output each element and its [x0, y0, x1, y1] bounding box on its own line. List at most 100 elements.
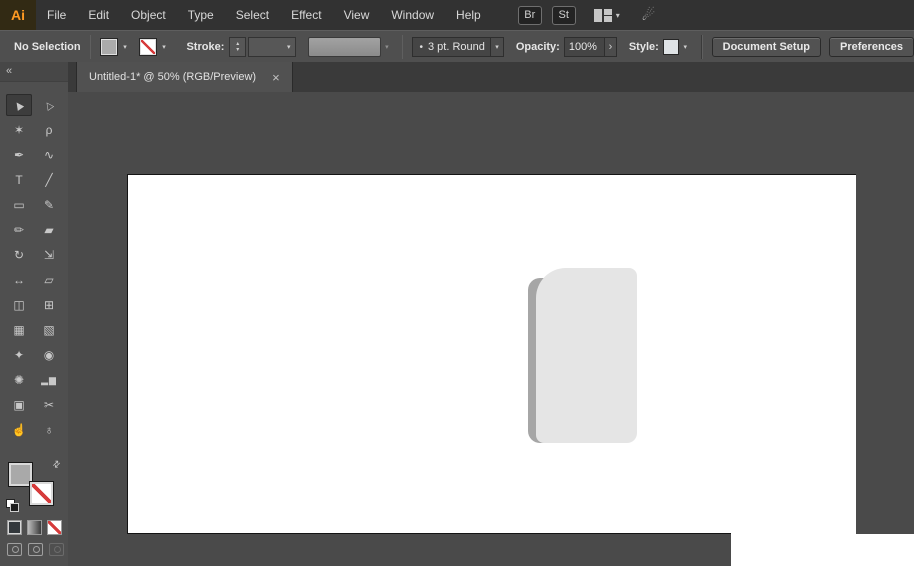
menu-select[interactable]: Select: [225, 0, 280, 30]
shaper-tool[interactable]: ✏: [6, 219, 32, 241]
menu-window[interactable]: Window: [380, 0, 445, 30]
selection-tool-icon: ▶: [12, 98, 26, 112]
workspace-switcher-icon[interactable]: [593, 8, 612, 22]
variable-width-profile-dropdown[interactable]: • 3 pt. Round: [412, 37, 492, 57]
stroke-swatch[interactable]: [139, 38, 158, 56]
hand-icon: ☝: [11, 423, 27, 437]
rectangle-tool[interactable]: ▭: [6, 194, 32, 216]
menu-view[interactable]: View: [333, 0, 381, 30]
artboard[interactable]: [127, 174, 856, 534]
blend-icon: ◉: [43, 348, 55, 362]
fill-swatch[interactable]: [100, 38, 119, 56]
menu-effect[interactable]: Effect: [280, 0, 332, 30]
mesh-icon: ▦: [13, 323, 25, 337]
shaper-icon: ✏: [13, 223, 25, 237]
document-tab[interactable]: Untitled-1* @ 50% (RGB/Preview) ×: [76, 62, 293, 92]
document-tab-bar: Untitled-1* @ 50% (RGB/Preview) ×: [68, 62, 914, 93]
gpu-performance-icon[interactable]: ☄: [642, 6, 655, 24]
draw-inside-button[interactable]: [49, 543, 64, 556]
line-segment-tool[interactable]: ╱: [36, 169, 62, 191]
style-caret-icon[interactable]: ▾: [679, 38, 692, 56]
type-tool[interactable]: T: [6, 169, 32, 191]
zoom-tool[interactable]: ♁: [36, 419, 62, 441]
tab-close-icon[interactable]: ×: [272, 70, 280, 85]
opacity-input[interactable]: 100%: [563, 37, 606, 57]
menu-object[interactable]: Object: [120, 0, 177, 30]
rotate-icon: ↻: [13, 248, 25, 262]
paintbrush-tool[interactable]: ✎: [36, 194, 62, 216]
paint-style-row: [7, 520, 68, 535]
slice-tool[interactable]: ✂: [36, 394, 62, 416]
fill-caret-icon[interactable]: ▾: [118, 38, 131, 56]
preferences-button[interactable]: Preferences: [829, 37, 914, 57]
stroke-caret-icon[interactable]: ▾: [157, 38, 170, 56]
stroke-color-control[interactable]: ▾: [139, 38, 170, 56]
stroke-proxy-swatch[interactable]: [29, 481, 54, 506]
opacity-chevron-icon[interactable]: ›: [605, 37, 617, 57]
magic-wand-tool[interactable]: ✶: [6, 119, 32, 141]
width-tool[interactable]: ↔: [6, 269, 32, 291]
separator: [700, 35, 703, 59]
collapse-panel-icon[interactable]: «: [6, 65, 12, 77]
document-tab-title: Untitled-1* @ 50% (RGB/Preview): [89, 71, 257, 83]
curvature-icon: ∿: [43, 148, 55, 162]
style-control[interactable]: ▾: [662, 38, 692, 56]
stroke-label: Stroke:: [186, 41, 225, 53]
brush-definition-preview[interactable]: [308, 37, 382, 57]
document-setup-button[interactable]: Document Setup: [711, 37, 822, 57]
eyedropper-icon: ✦: [13, 348, 25, 362]
bridge-button[interactable]: Br: [517, 5, 542, 25]
canvas[interactable]: [68, 92, 914, 566]
menu-type[interactable]: Type: [177, 0, 225, 30]
stroke-weight-caret-icon[interactable]: ▾: [282, 38, 295, 56]
brush-definition-caret-icon[interactable]: ▾: [381, 38, 393, 56]
scale-icon: ⇲: [43, 248, 55, 262]
draw-behind-button[interactable]: [28, 543, 43, 556]
hand-tool[interactable]: ☝: [6, 419, 32, 441]
menu-help[interactable]: Help: [445, 0, 492, 30]
stepper-down-icon[interactable]: ▾: [236, 47, 239, 53]
perspective-grid-tool[interactable]: ⊞: [36, 294, 62, 316]
shape-body[interactable]: [536, 268, 637, 443]
artboard-tool[interactable]: ▣: [6, 394, 32, 416]
free-transform-tool[interactable]: ▱: [36, 269, 62, 291]
paintbrush-icon: ✎: [43, 198, 55, 212]
blend-tool[interactable]: ◉: [36, 344, 62, 366]
stock-button[interactable]: St: [551, 5, 576, 25]
eraser-icon: ▰: [44, 223, 54, 237]
opacity-value: 100%: [568, 41, 597, 53]
shape-builder-tool[interactable]: ◫: [6, 294, 32, 316]
style-swatch[interactable]: [662, 39, 679, 55]
profile-caret-icon[interactable]: ▾: [491, 37, 504, 57]
eraser-tool[interactable]: ▰: [36, 219, 62, 241]
tools-grid: ▶ ▷ ✶ ρ ✒ ∿ T ╱ ▭ ✎ ✏ ▰ ↻ ⇲ ↔ ▱ ◫ ⊞ ▦ ▧: [0, 93, 68, 443]
curvature-tool[interactable]: ∿: [36, 144, 62, 166]
direct-selection-tool[interactable]: ▷: [36, 94, 62, 116]
none-button[interactable]: [47, 520, 62, 535]
gradient-tool[interactable]: ▧: [36, 319, 62, 341]
menu-edit[interactable]: Edit: [77, 0, 120, 30]
mesh-tool[interactable]: ▦: [6, 319, 32, 341]
gradient-button[interactable]: [27, 520, 42, 535]
menu-file[interactable]: File: [36, 0, 77, 30]
stroke-weight-stepper[interactable]: ▴ ▾: [229, 37, 247, 57]
eyedropper-tool[interactable]: ✦: [6, 344, 32, 366]
stroke-weight-dropdown[interactable]: ▾: [248, 37, 297, 57]
symbol-sprayer-tool[interactable]: ✺: [6, 369, 32, 391]
pen-tool[interactable]: ✒: [6, 144, 32, 166]
rotate-tool[interactable]: ↻: [6, 244, 32, 266]
draw-normal-button[interactable]: [7, 543, 22, 556]
workspace-caret-icon[interactable]: ▾: [616, 11, 620, 20]
app-logo[interactable]: Ai: [0, 0, 36, 30]
column-graph-tool[interactable]: ▂▆: [36, 369, 62, 391]
artboard-overflow-area: [731, 534, 914, 566]
default-fill-stroke-icon[interactable]: [6, 499, 19, 512]
scale-tool[interactable]: ⇲: [36, 244, 62, 266]
fill-color-control[interactable]: ▾: [100, 38, 131, 56]
profile-value: 3 pt. Round: [427, 41, 485, 53]
swap-fill-stroke-icon[interactable]: ⇄: [51, 458, 64, 471]
lasso-tool[interactable]: ρ: [36, 119, 62, 141]
selection-tool[interactable]: ▶: [6, 94, 32, 116]
free-transform-icon: ▱: [44, 273, 54, 287]
color-button[interactable]: [7, 520, 22, 535]
